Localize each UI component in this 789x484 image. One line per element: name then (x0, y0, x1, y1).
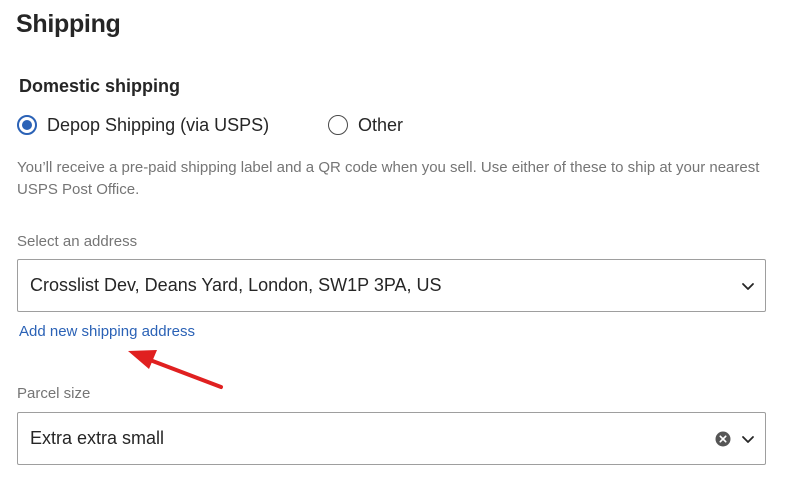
radio-unselected-icon[interactable] (328, 115, 348, 135)
chevron-down-icon[interactable] (741, 281, 755, 291)
address-select[interactable]: Crosslist Dev, Deans Yard, London, SW1P … (17, 259, 766, 312)
chevron-down-icon[interactable] (741, 434, 755, 444)
parcel-size-value: Extra extra small (30, 428, 165, 448)
domestic-shipping-heading: Domestic shipping (19, 76, 181, 96)
address-select-value: Crosslist Dev, Deans Yard, London, SW1P … (30, 275, 442, 295)
page-title: Shipping (16, 10, 121, 38)
radio-selected-icon[interactable] (17, 115, 37, 135)
address-label: Select an address (17, 233, 138, 250)
radio-other[interactable]: Other (328, 113, 403, 137)
radio-depop-shipping-label: Depop Shipping (via USPS) (47, 114, 270, 135)
shipping-description: You’ll receive a pre-paid shipping label… (17, 159, 760, 198)
radio-other-label: Other (358, 114, 404, 135)
parcel-size-label: Parcel size (17, 385, 91, 402)
add-shipping-address-link[interactable]: Add new shipping address (19, 323, 195, 340)
radio-depop-shipping[interactable]: Depop Shipping (via USPS) (17, 113, 269, 137)
clear-x-icon[interactable] (715, 431, 731, 447)
parcel-size-select[interactable]: Extra extra small (17, 412, 766, 465)
